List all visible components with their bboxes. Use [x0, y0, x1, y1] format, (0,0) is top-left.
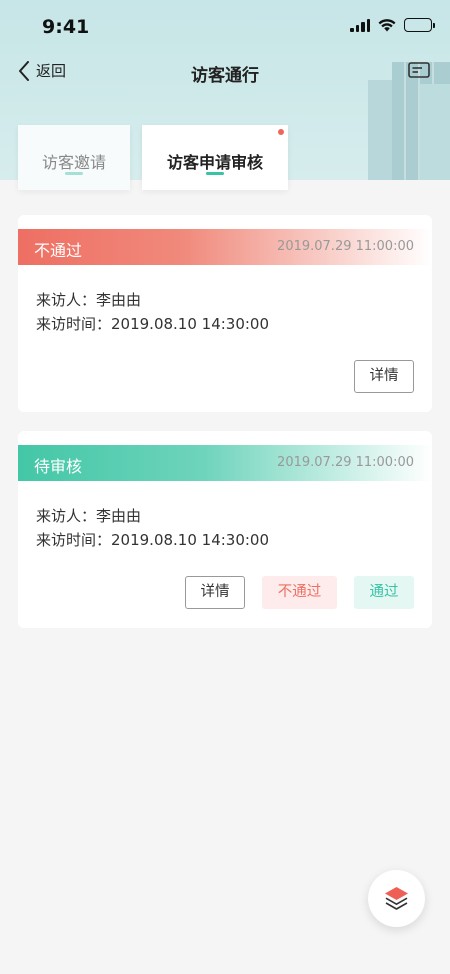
visit-time: 来访时间：2019.08.10 14:30:00: [36, 315, 270, 333]
status-icons: [350, 18, 435, 32]
building-decoration: [420, 84, 450, 180]
tab-visitor-invite[interactable]: 访客邀请: [18, 125, 130, 190]
detail-button[interactable]: 详情: [354, 360, 414, 393]
wifi-icon: [378, 18, 396, 31]
signal-icon: [350, 18, 370, 32]
card-status-bar: 不通过 2019.07.29 11:00:00: [18, 229, 432, 265]
card-timestamp: 2019.07.29 11:00:00: [277, 239, 414, 254]
visitor-name: 来访人：李由由: [36, 507, 142, 525]
visitor-card: 不通过 2019.07.29 11:00:00 来访人：李由由 来访时间：201…: [18, 215, 432, 412]
status-badge: 待审核: [34, 457, 83, 476]
detail-button[interactable]: 详情: [185, 576, 245, 609]
notification-dot: [278, 129, 284, 135]
reject-button[interactable]: 不通过: [262, 576, 337, 609]
tab-underline: [65, 172, 83, 175]
visit-time: 来访时间：2019.08.10 14:30:00: [36, 531, 270, 549]
tab-label: 访客申请审核: [166, 153, 263, 172]
visitor-name: 来访人：李由由: [36, 291, 142, 309]
id-card-icon[interactable]: [408, 62, 430, 78]
tab-visitor-review[interactable]: 访客申请审核: [142, 125, 288, 190]
status-badge: 不通过: [34, 241, 83, 260]
floating-action-button[interactable]: [368, 870, 425, 927]
tab-label: 访客邀请: [41, 153, 106, 172]
nav-bar: 返回 访客通行: [0, 52, 450, 92]
visitor-card: 待审核 2019.07.29 11:00:00 来访人：李由由 来访时间：201…: [18, 431, 432, 628]
page-title: 访客通行: [191, 66, 259, 86]
status-time: 9:41: [42, 16, 90, 38]
approve-button[interactable]: 通过: [354, 576, 414, 609]
status-bar: 9:41: [0, 0, 450, 50]
card-status-bar: 待审核 2019.07.29 11:00:00: [18, 445, 432, 481]
battery-icon: [404, 18, 435, 32]
card-timestamp: 2019.07.29 11:00:00: [277, 455, 414, 470]
layers-icon: [385, 887, 408, 910]
tab-underline: [206, 172, 224, 175]
